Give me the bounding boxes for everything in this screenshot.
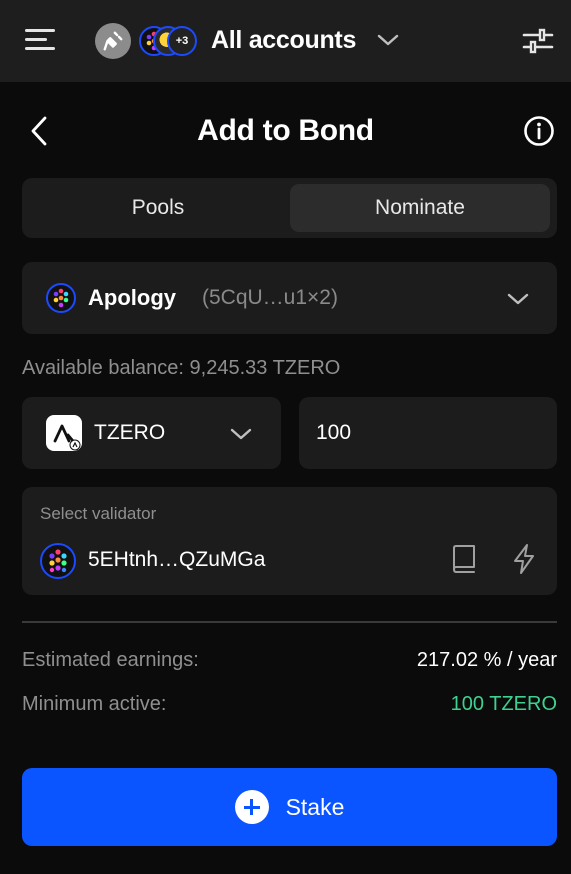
divider xyxy=(22,621,557,623)
minimum-active-value: 100 TZERO xyxy=(450,693,557,715)
pool-name: Apology xyxy=(88,285,176,310)
staking-mode-tabs: Pools Nominate xyxy=(22,178,557,238)
token-selector[interactable]: TZERO xyxy=(22,397,281,469)
plug-icon[interactable] xyxy=(95,23,131,59)
pool-selector[interactable]: Apology (5CqU…u1×2) xyxy=(22,262,557,334)
tab-pools[interactable]: Pools xyxy=(28,184,288,232)
stake-label: Stake xyxy=(285,793,345,820)
chevron-down-icon xyxy=(230,428,252,440)
tzero-token-icon xyxy=(46,415,82,451)
plug-glyph xyxy=(103,31,123,51)
top-bar: +3 All accounts xyxy=(0,0,571,82)
pool-address: (5CqU…u1×2) xyxy=(202,286,338,309)
plus-circle-icon xyxy=(234,790,269,824)
validator-label: Select validator xyxy=(40,504,157,523)
chevron-down-icon[interactable] xyxy=(376,30,400,50)
page-header: Add to Bond xyxy=(0,100,571,162)
menu-icon[interactable] xyxy=(22,24,58,56)
sliders-icon[interactable] xyxy=(521,26,555,56)
amount-input[interactable] xyxy=(299,397,557,469)
extra-accounts-badge: +3 xyxy=(167,26,197,56)
estimated-earnings-label: Estimated earnings: xyxy=(22,649,199,671)
book-icon[interactable] xyxy=(451,544,477,574)
stake-button[interactable]: Stake xyxy=(22,768,557,846)
pool-avatar xyxy=(46,283,76,313)
page-title: Add to Bond xyxy=(197,114,374,147)
available-balance: Available balance: 9,245.33 TZERO xyxy=(22,357,341,379)
lightning-icon[interactable] xyxy=(511,543,537,575)
validator-avatar xyxy=(40,543,76,579)
account-selector-title[interactable]: All accounts xyxy=(211,26,356,55)
estimated-earnings-value: 217.02 % / year xyxy=(416,649,557,671)
chevron-down-icon xyxy=(507,293,529,305)
account-avatars[interactable]: +3 xyxy=(139,26,201,56)
validator-selector[interactable]: Select validator 5EHtnh…QZuMGa xyxy=(22,487,557,595)
token-symbol: TZERO xyxy=(94,421,166,444)
minimum-active-label: Minimum active: xyxy=(22,693,167,715)
tab-nominate[interactable]: Nominate xyxy=(290,184,550,232)
validator-address: 5EHtnh…QZuMGa xyxy=(88,548,266,571)
info-icon[interactable] xyxy=(523,115,555,147)
